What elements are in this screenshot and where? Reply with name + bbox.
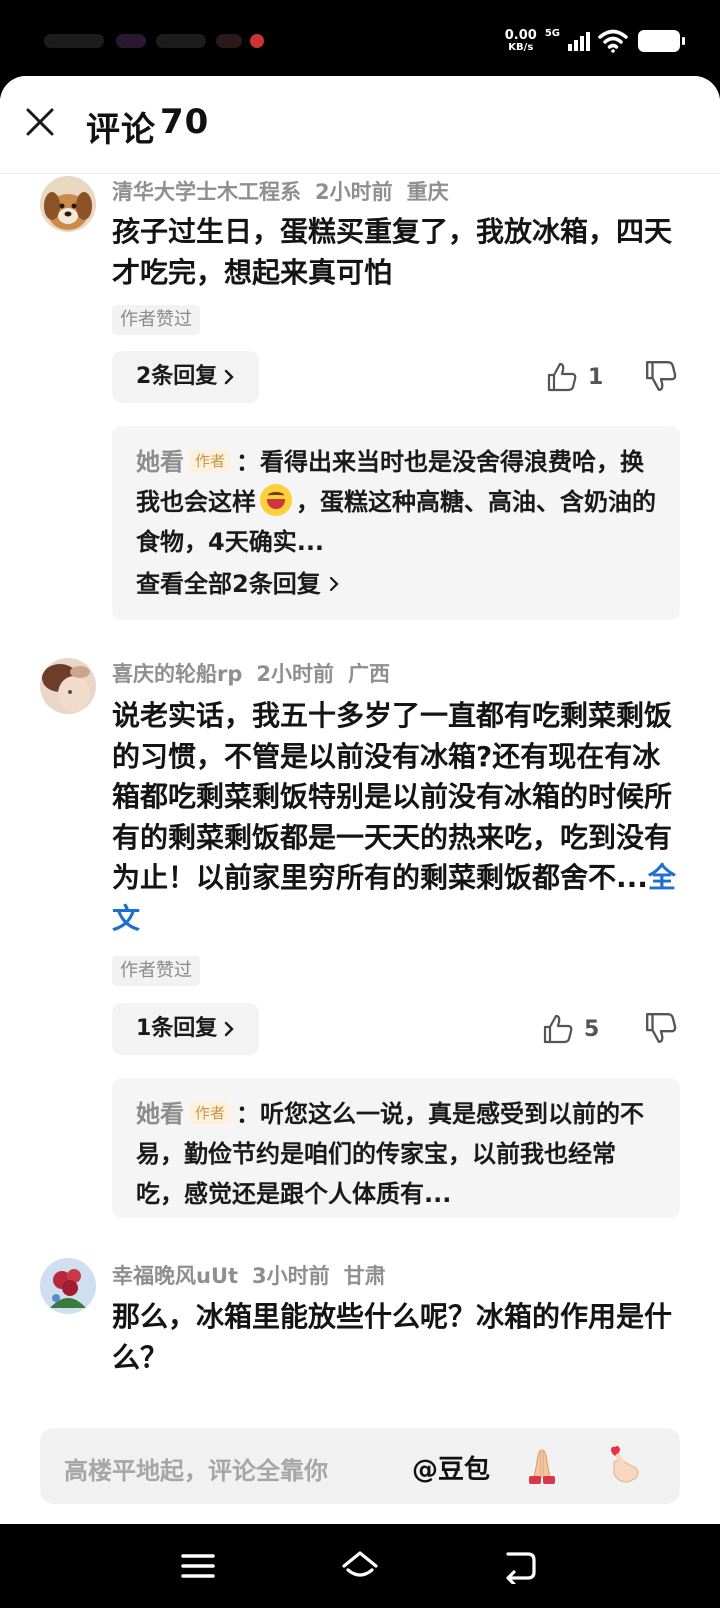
battery-icon <box>638 30 685 52</box>
grinning-face-emoji <box>260 484 292 516</box>
author-tag: 作者 <box>190 1102 231 1124</box>
chevron-right-icon <box>225 1021 235 1037</box>
reply-preview[interactable]: 她看 作者 ：听您这么一说，真是感受到以前的不易，勤俭节约是咱们的传家宝，以前我也经… <box>112 1078 680 1218</box>
comment-text[interactable]: 孩子过生日，蛋糕买重复了，我放冰箱，四天才吃完，想起来真可怕 <box>112 212 684 293</box>
network-type: 5G <box>544 28 560 39</box>
sheet-title: 评论 70 <box>86 102 210 150</box>
comment-input[interactable]: 高楼平地起，评论全靠你 <box>64 1451 328 1486</box>
reply-preview[interactable]: 她看 作者 ：看得出来当时也是没舍得浪费哈，换我也会这样 ，蛋糕这种高糖、高油、含奶油… <box>112 426 680 620</box>
reply-text: 她看 作者 ：听您这么一说，真是感受到以前的不易，勤俭节约是咱们的传家宝，以前我也经… <box>136 1100 645 1208</box>
comment-meta: 幸福晚风uUt 3小时前 甘肃 <box>112 1260 400 1290</box>
reply-text: 她看 作者 ：看得出来当时也是没舍得浪费哈，换我也会这样 ，蛋糕这种高糖、高油、含奶油… <box>136 448 656 556</box>
status-bar: 0.00 KB/s 5G <box>0 0 720 78</box>
comment-author[interactable]: 喜庆的轮船rp <box>112 662 242 686</box>
view-replies-button[interactable]: 1条回复 <box>112 1003 260 1055</box>
comment-sheet: 评论 70 清华大学士木工程系 2小时前 重庆 孩子过生日，蛋糕买重复了，我放冰箱，四… <box>0 76 720 1524</box>
home-icon[interactable] <box>340 1548 380 1584</box>
avatar[interactable] <box>40 176 96 232</box>
comment-author[interactable]: 幸福晚风uUt <box>112 1264 238 1288</box>
sheet-header: 评论 70 <box>0 76 720 174</box>
thumb-down-icon[interactable] <box>644 1011 678 1045</box>
comment-meta: 喜庆的轮船rp 2小时前 广西 <box>112 658 404 688</box>
comment-text[interactable]: 说老实话，我五十多岁了一直都有吃剩菜剩饭的习惯，不管是以前没有冰箱?还有现在有冰… <box>112 696 684 939</box>
close-icon[interactable] <box>22 104 58 140</box>
status-notification-icons <box>44 28 274 56</box>
chevron-right-icon <box>225 369 235 385</box>
system-nav-bar <box>0 1524 720 1608</box>
author-tag: 作者 <box>190 450 231 472</box>
avatar[interactable] <box>40 1258 96 1314</box>
thumb-down-icon[interactable] <box>644 359 678 393</box>
signal-icon <box>568 32 590 51</box>
comment-meta: 清华大学士木工程系 2小时前 重庆 <box>112 176 463 206</box>
reply-author[interactable]: 她看 <box>136 448 184 476</box>
wifi-icon <box>598 29 628 53</box>
view-all-replies-link[interactable]: 查看全部2条回复 <box>136 564 656 599</box>
network-speed: 0.00 KB/s <box>504 28 537 53</box>
view-replies-button[interactable]: 2条回复 <box>112 351 260 403</box>
comment-input-bar[interactable]: 高楼平地起，评论全靠你 @豆包 <box>40 1428 680 1504</box>
back-icon[interactable] <box>500 1548 540 1584</box>
author-liked-badge: 作者赞过 <box>112 305 200 335</box>
comment-location: 甘肃 <box>343 1264 386 1288</box>
comment-count: 70 <box>160 102 210 142</box>
folded-hands-emoji[interactable] <box>520 1444 564 1488</box>
chevron-right-icon <box>329 576 339 592</box>
comment-author[interactable]: 清华大学士木工程系 <box>112 180 301 204</box>
like-count: 5 <box>584 1016 600 1042</box>
menu-icon[interactable] <box>178 1548 218 1584</box>
comment-time: 2小时前 <box>256 662 335 686</box>
comment-location: 广西 <box>348 662 391 686</box>
author-liked-badge: 作者赞过 <box>112 956 200 986</box>
thumb-up-icon <box>547 362 577 392</box>
comment-time: 2小时前 <box>315 180 393 204</box>
comment-location: 重庆 <box>406 180 449 204</box>
like-button[interactable]: 5 <box>542 1009 599 1049</box>
mention-button[interactable]: @豆包 <box>412 1449 490 1486</box>
like-button[interactable]: 1 <box>546 357 603 397</box>
reply-author[interactable]: 她看 <box>136 1100 184 1128</box>
like-count: 1 <box>588 364 604 390</box>
comment-text[interactable]: 那么，冰箱里能放些什么呢？冰箱的作用是什么？ <box>112 1297 684 1378</box>
avatar[interactable] <box>40 658 96 714</box>
finger-heart-emoji[interactable] <box>600 1442 646 1488</box>
thumb-up-icon <box>543 1014 573 1044</box>
comment-time: 3小时前 <box>252 1264 330 1288</box>
